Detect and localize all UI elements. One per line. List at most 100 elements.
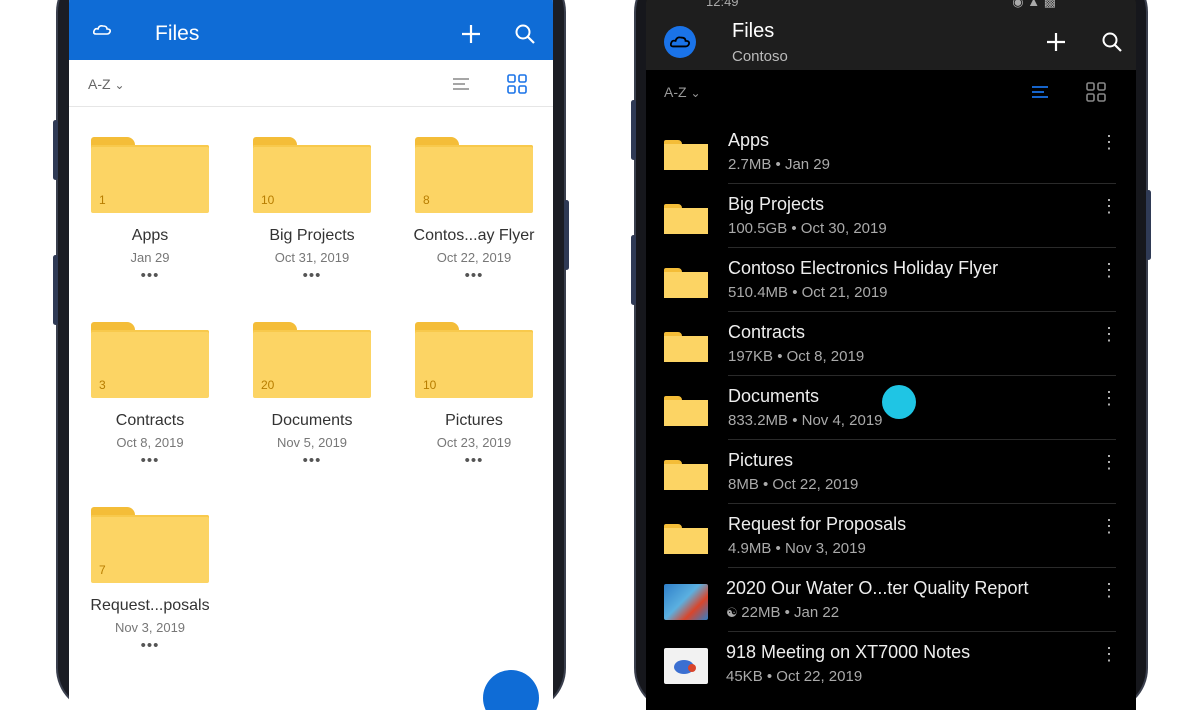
folder-tile[interactable]: 10 Pictures Oct 23, 2019 ••• [399,322,549,469]
shared-icon: ☯ [726,605,742,620]
folder-tile[interactable]: 7 Request...posals Nov 3, 2019 ••• [75,507,225,654]
status-time: 12:49 [706,0,739,9]
item-meta: 2.7MB • Jan 29 [728,156,830,173]
folder-name: Request...posals [90,597,210,614]
folder-icon: 20 [253,322,371,398]
item-name: Contoso Electronics Holiday Flyer [728,258,999,278]
more-options-button[interactable]: ⋮ [1100,133,1118,151]
folder-icon: 8 [415,137,533,213]
folder-date: Nov 5, 2019 [276,435,348,450]
list-item[interactable]: Contracts 197KB • Oct 8, 2019 ⋮ [646,312,1118,376]
list-item[interactable]: 2020 Our Water O...ter Quality Report ☯ … [646,568,1118,632]
item-name: 2020 Our Water O...ter Quality Report [726,578,1029,598]
folder-icon [664,204,708,234]
folder-tile[interactable]: 1 Apps Jan 29 ••• [75,137,225,284]
folder-date: Oct 31, 2019 [274,250,350,265]
add-button[interactable] [1042,28,1070,56]
more-options-button[interactable]: ⋮ [1100,325,1118,343]
more-options-button[interactable]: ••• [75,452,225,469]
list-item[interactable]: Contoso Electronics Holiday Flyer 510.4M… [646,248,1118,312]
item-count: 7 [99,563,106,577]
more-options-button[interactable]: ⋮ [1100,389,1118,407]
volume-button [53,255,58,325]
phone-frame-right: 12:49 ◉ ▲ ▩ Files Contoso A-Z ⌄ Apps 2.7… [631,0,1151,710]
document-thumbnail-icon [664,648,708,684]
volume-button [631,100,636,160]
folder-name: Contos...ay Flyer [413,227,535,244]
status-icons: ◉ ▲ ▩ [1012,0,1056,9]
folder-icon [664,140,708,170]
more-options-button[interactable]: ⋮ [1100,645,1118,663]
folder-icon: 1 [91,137,209,213]
more-options-button[interactable]: ⋮ [1100,261,1118,279]
search-button[interactable] [1098,28,1126,56]
folder-grid: 1 Apps Jan 29 ••• 10 Big Projects Oct 31… [69,0,553,710]
folder-icon [664,396,708,426]
item-count: 10 [423,378,437,392]
more-options-button[interactable]: ••• [237,267,387,284]
item-meta: 510.4MB • Oct 21, 2019 [728,284,888,301]
more-options-button[interactable]: ⋮ [1100,453,1118,471]
list-item[interactable]: Documents 833.2MB • Nov 4, 2019 ⋮ [646,376,1118,440]
sort-dropdown[interactable]: A-Z ⌄ [664,84,701,100]
more-options-button[interactable]: ••• [399,452,549,469]
account-avatar[interactable] [664,26,696,58]
item-meta: 8MB • Oct 22, 2019 [728,476,859,493]
folder-icon: 3 [91,322,209,398]
sort-label: A-Z [664,84,687,100]
item-name: Big Projects [728,194,825,214]
power-button [1146,190,1151,260]
account-name: Contoso [732,48,788,65]
list-view-button[interactable] [1028,82,1052,102]
volume-button [53,120,58,180]
more-options-button[interactable]: ⋮ [1100,197,1118,215]
plus-icon [1047,33,1065,51]
item-name: Apps [728,130,770,150]
list-item[interactable]: Big Projects 100.5GB • Oct 30, 2019 ⋮ [646,184,1118,248]
item-meta: ☯ 22MB • Jan 22 [726,604,839,621]
folder-tile[interactable]: 20 Documents Nov 5, 2019 ••• [237,322,387,469]
more-options-button[interactable]: ••• [399,267,549,284]
item-meta: 100.5GB • Oct 30, 2019 [728,220,887,237]
folder-name: Contracts [115,412,185,429]
item-meta: 833.2MB • Nov 4, 2019 [728,412,883,429]
screen-left: Files A-Z ⌄ 1 Apps Jan 29 ••• 10 Big Pro… [69,0,553,710]
more-options-button[interactable]: ••• [75,267,225,284]
document-thumbnail-icon [664,584,708,620]
list-item[interactable]: 918 Meeting on XT7000 Notes 45KB • Oct 2… [646,632,1118,696]
folder-name: Pictures [445,412,503,429]
grid-view-icon [1086,82,1106,102]
folder-icon [664,268,708,298]
list-item[interactable]: Pictures 8MB • Oct 22, 2019 ⋮ [646,440,1118,504]
list-item[interactable]: Apps 2.7MB • Jan 29 ⋮ [646,120,1118,184]
more-options-button[interactable]: ••• [237,452,387,469]
folder-tile[interactable]: 10 Big Projects Oct 31, 2019 ••• [237,137,387,284]
folder-tile[interactable]: 8 Contos...ay Flyer Oct 22, 2019 ••• [399,137,549,284]
cloud-icon [670,36,690,48]
more-options-button[interactable]: ⋮ [1100,517,1118,535]
volume-button [631,235,636,305]
folder-name: Apps [131,227,169,244]
item-count: 3 [99,378,106,392]
item-count: 1 [99,193,106,207]
folder-icon: 7 [91,507,209,583]
grid-view-button[interactable] [1084,80,1108,104]
folder-tile[interactable]: 3 Contracts Oct 8, 2019 ••• [75,322,225,469]
item-meta: 45KB • Oct 22, 2019 [726,668,863,685]
item-name: 918 Meeting on XT7000 Notes [726,642,971,662]
folder-date: Oct 22, 2019 [436,250,512,265]
folder-date: Jan 29 [130,250,170,265]
item-name: Contracts [728,322,806,342]
item-name: Documents [728,386,820,406]
item-meta: 4.9MB • Nov 3, 2019 [728,540,866,557]
screen-right: 12:49 ◉ ▲ ▩ Files Contoso A-Z ⌄ Apps 2.7… [646,0,1136,710]
more-options-button[interactable]: ⋮ [1100,581,1118,599]
item-meta: 197KB • Oct 8, 2019 [728,348,865,365]
item-count: 10 [261,193,275,207]
folder-date: Oct 8, 2019 [116,435,184,450]
item-count: 8 [423,193,430,207]
folder-icon [664,332,708,362]
more-options-button[interactable]: ••• [75,637,225,654]
list-item[interactable]: Request for Proposals 4.9MB • Nov 3, 201… [646,504,1118,568]
folder-name: Big Projects [269,227,355,244]
